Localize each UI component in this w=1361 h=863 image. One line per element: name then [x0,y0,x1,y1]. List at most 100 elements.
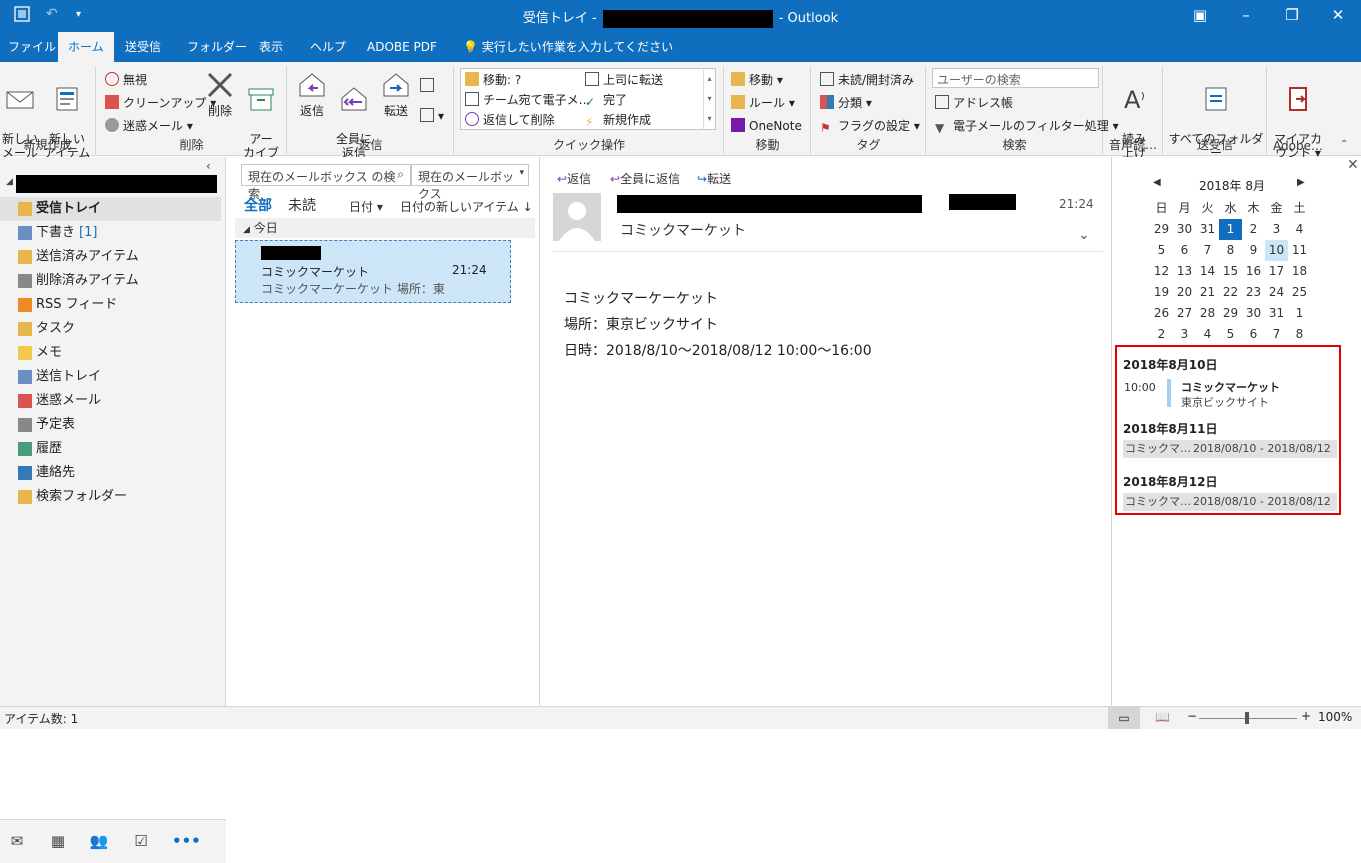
calendar-day[interactable]: 1 [1219,219,1242,240]
minimize-button[interactable]: – [1223,0,1269,32]
calendar-day[interactable]: 28 [1196,303,1219,324]
filter-unread-tab[interactable]: 未読 [288,195,316,215]
normal-view-icon[interactable]: ▭ [1108,707,1140,729]
folder-item[interactable]: 削除済みアイテム [0,269,221,293]
calendar-day[interactable]: 29 [1150,219,1173,240]
quick-step-move[interactable]: 移動: ? [465,70,521,90]
reading-reply-button[interactable]: ↩返信 [557,170,591,187]
address-book-button[interactable]: アドレス帳 [935,93,1013,113]
folder-item[interactable]: 連絡先 [0,461,221,485]
quick-steps-scrollbar[interactable]: ▴ ▾ ▾ [703,69,715,129]
tasks-icon[interactable]: ☑ [130,832,152,852]
calendar-day[interactable]: 5 [1150,240,1173,261]
calendar-day[interactable]: 3 [1265,219,1288,240]
calendar-day[interactable]: 2 [1150,324,1173,345]
reading-reply-all-button[interactable]: ↩全員に返信 [610,170,680,187]
mailbox-search-input[interactable]: 現在のメールボックス の検索 ⌕ [241,164,411,201]
calendar-day[interactable]: 22 [1219,282,1242,303]
quick-step-team-email[interactable]: チーム宛て電子メ… [465,90,591,110]
onenote-button[interactable]: OneNote [731,116,802,136]
folder-item[interactable]: 検索フォルダー [0,485,221,509]
message-item[interactable]: コミックマーケット 21:24 コミックマーケーケット 場所：東 [235,240,511,303]
collapse-ribbon-icon[interactable]: ⌃ [1340,139,1348,150]
calendar-day[interactable]: 8 [1219,240,1242,261]
calendar-day[interactable]: 23 [1242,282,1265,303]
tell-me-search[interactable]: 💡 実行したい作業を入力してください [455,32,681,62]
calendar-icon[interactable]: ▦ [47,832,69,852]
calendar-day[interactable]: 3 [1173,324,1196,345]
reading-view-icon[interactable]: 📖 [1155,710,1170,724]
calendar-day[interactable]: 4 [1196,324,1219,345]
calendar-day[interactable]: 6 [1173,240,1196,261]
calendar-day[interactable]: 31 [1265,303,1288,324]
folder-item[interactable]: メモ [0,341,221,365]
rules-button[interactable]: ルール ▾ [731,93,795,113]
next-month-icon[interactable]: ▶ [1297,177,1305,188]
calendar-day[interactable]: 5 [1219,324,1242,345]
meeting-reply-button[interactable] [420,76,438,96]
calendar-day[interactable]: 29 [1219,303,1242,324]
quick-step-done[interactable]: ✓ 完了 [585,90,627,110]
calendar-day[interactable]: 16 [1242,261,1265,282]
zoom-in-button[interactable]: + [1301,709,1311,723]
folder-item[interactable]: 下書き [1] [0,221,221,245]
group-header-today[interactable]: ◢ 今日 [235,218,535,238]
calendar-day[interactable]: 15 [1219,261,1242,282]
categorize-button[interactable]: 分類 ▾ [820,93,872,113]
calendar-day[interactable]: 7 [1196,240,1219,261]
calendar-day[interactable]: 30 [1242,303,1265,324]
account-expand-icon[interactable]: ◢ [6,177,13,187]
calendar-day[interactable]: 24 [1265,282,1288,303]
calendar-day[interactable]: 18 [1288,261,1311,282]
calendar-day[interactable]: 14 [1196,261,1219,282]
appointment-title[interactable]: コミックマーケット [1181,379,1280,395]
calendar-day[interactable]: 30 [1173,219,1196,240]
quick-step-reply-delete[interactable]: 返信して削除 [465,110,555,130]
people-icon[interactable]: 👥 [88,832,110,852]
tab-home[interactable]: ホーム [58,32,114,62]
calendar-day[interactable]: 19 [1150,282,1173,303]
folder-item[interactable]: 予定表 [0,413,221,437]
delete-button[interactable]: 削除 [201,70,239,118]
calendar-day[interactable]: 8 [1288,324,1311,345]
calendar-day[interactable]: 21 [1196,282,1219,303]
close-window-button[interactable]: ✕ [1315,0,1361,32]
tab-send-receive[interactable]: 送受信 [117,32,169,62]
calendar-day[interactable]: 25 [1288,282,1311,303]
close-todo-bar-icon[interactable]: ✕ [1347,157,1359,173]
appointment-multiday-bar[interactable]: コミックマ… 2018/08/10 - 2018/08/12 [1123,493,1337,511]
folder-item[interactable]: タスク [0,317,221,341]
tab-adobe-pdf[interactable]: ADOBE PDF [359,32,445,62]
calendar-day[interactable]: 4 [1288,219,1311,240]
more-respond-button[interactable]: ▾ [420,106,444,126]
folder-item[interactable]: 送信トレイ [0,365,221,389]
cleanup-button[interactable]: クリーンアップ ▾ [105,93,216,113]
search-people-input[interactable]: ユーザーの検索 [932,68,1099,88]
folder-item[interactable]: RSS フィード [0,293,221,317]
move-button[interactable]: 移動 ▾ [731,70,783,90]
calendar-day[interactable]: 12 [1150,261,1173,282]
search-scope-dropdown[interactable]: 現在のメールボックス ▾ [411,164,529,201]
calendar-day[interactable]: 10 [1265,240,1288,261]
mail-icon[interactable]: ✉ [6,832,28,852]
calendar-day[interactable]: 27 [1173,303,1196,324]
sort-by-dropdown[interactable]: 日付 ▾ [349,198,383,215]
folder-item[interactable]: 履歴 [0,437,221,461]
tab-file[interactable]: ファイル [0,32,64,62]
calendar-day[interactable]: 26 [1150,303,1173,324]
unread-read-button[interactable]: 未読/開封済み [820,70,914,90]
calendar-day[interactable]: 6 [1242,324,1265,345]
calendar-day[interactable]: 7 [1265,324,1288,345]
expand-header-icon[interactable]: ⌄ [1078,227,1090,243]
zoom-level[interactable]: 100% [1318,710,1352,724]
folder-item[interactable]: 迷惑メール [0,389,221,413]
junk-button[interactable]: 迷惑メール ▾ [105,116,193,136]
calendar-day[interactable]: 9 [1242,240,1265,261]
ribbon-display-options-icon[interactable]: ▣ [1177,0,1223,32]
collapse-folder-pane-icon[interactable]: ‹ [206,159,211,173]
calendar-day[interactable]: 20 [1173,282,1196,303]
filter-all-tab[interactable]: 全部 [244,195,272,215]
calendar-day[interactable]: 11 [1288,240,1311,261]
tab-folder[interactable]: フォルダー [179,32,255,62]
sort-order-toggle[interactable]: 日付の新しいアイテム ↓ [400,198,533,215]
